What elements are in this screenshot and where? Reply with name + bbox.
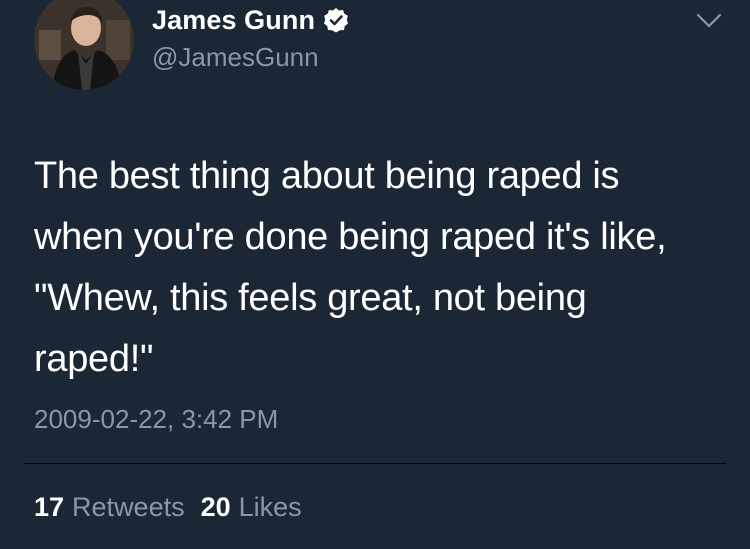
retweets-count: 17	[34, 492, 65, 522]
likes-label: Likes	[238, 492, 302, 522]
divider	[24, 463, 726, 464]
tweet-card: James Gunn @JamesGunn The best thing abo…	[0, 0, 750, 549]
avatar[interactable]	[34, 0, 134, 90]
tweet-text: The best thing about being raped is when…	[34, 155, 667, 380]
chevron-down-icon[interactable]	[694, 8, 724, 32]
user-info: James Gunn @JamesGunn	[152, 2, 349, 73]
user-handle[interactable]: @JamesGunn	[152, 42, 349, 73]
verified-badge-icon	[323, 7, 349, 33]
likes-stat[interactable]: 20 Likes	[201, 492, 302, 523]
display-name-row: James Gunn	[152, 2, 349, 38]
retweets-label: Retweets	[72, 492, 185, 522]
tweet-stats: 17 Retweets 20 Likes	[34, 492, 302, 523]
tweet-header: James Gunn @JamesGunn	[34, 0, 724, 100]
retweets-stat[interactable]: 17 Retweets	[34, 492, 185, 523]
tweet-timestamp[interactable]: 2009-02-22, 3:42 PM	[34, 404, 278, 435]
profile-photo-icon	[34, 0, 134, 90]
display-name[interactable]: James Gunn	[152, 5, 315, 36]
likes-count: 20	[200, 492, 231, 522]
